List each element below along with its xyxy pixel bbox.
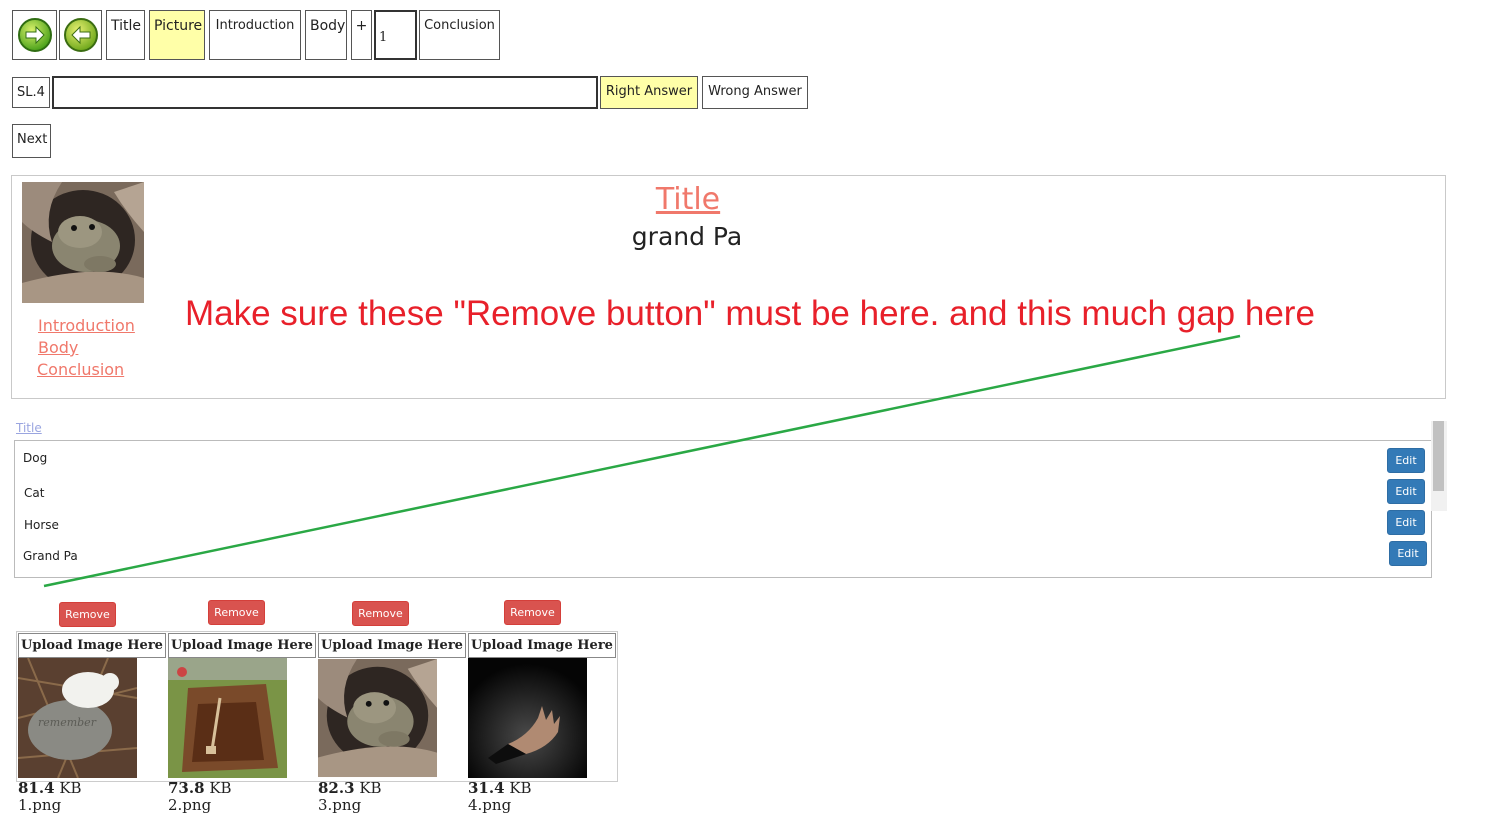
file-name: 1.png bbox=[18, 796, 62, 814]
list-item-label: Cat bbox=[24, 486, 45, 500]
forward-button[interactable] bbox=[12, 10, 57, 60]
file-size: 82.3 KB bbox=[318, 779, 382, 797]
list-item-label: Horse bbox=[24, 518, 59, 532]
back-button[interactable] bbox=[59, 10, 102, 60]
preview-link-conclusion[interactable]: Conclusion bbox=[37, 360, 124, 379]
file-size-value: 81.4 bbox=[18, 779, 55, 797]
conclusion-button[interactable]: Conclusion bbox=[419, 10, 500, 60]
upload-image-button[interactable]: Upload Image Here bbox=[468, 633, 616, 658]
arrow-right-circle-icon bbox=[17, 18, 52, 52]
file-size-value: 73.8 bbox=[168, 779, 205, 797]
preview-subtitle: grand Pa bbox=[631, 222, 743, 251]
remove-button[interactable]: Remove bbox=[352, 601, 409, 626]
wrong-answer-button[interactable]: Wrong Answer bbox=[702, 76, 808, 109]
edit-button[interactable]: Edit bbox=[1387, 479, 1425, 504]
remove-button[interactable]: Remove bbox=[59, 602, 116, 627]
item-list: Dog Edit Cat Edit Horse Edit Grand Pa Ed… bbox=[14, 440, 1432, 578]
file-name: 3.png bbox=[318, 796, 362, 814]
thumbnail-image bbox=[318, 658, 437, 778]
file-size: 81.4 KB bbox=[18, 779, 82, 797]
right-answer-button[interactable]: Right Answer bbox=[600, 76, 698, 109]
file-size-unit: KB bbox=[509, 779, 532, 797]
edit-button[interactable]: Edit bbox=[1387, 510, 1425, 535]
arrow-left-circle-icon bbox=[63, 18, 98, 52]
file-size-unit: KB bbox=[359, 779, 382, 797]
frog-image bbox=[22, 182, 144, 303]
remove-button[interactable]: Remove bbox=[504, 600, 561, 625]
file-size-value: 82.3 bbox=[318, 779, 355, 797]
list-scrollbar-thumb[interactable] bbox=[1433, 421, 1444, 491]
introduction-button[interactable]: Introduction bbox=[209, 10, 301, 60]
thumbnail-image bbox=[168, 658, 287, 778]
edit-button[interactable]: Edit bbox=[1389, 541, 1427, 566]
preview-link-body[interactable]: Body bbox=[38, 338, 78, 357]
edit-button[interactable]: Edit bbox=[1387, 448, 1425, 473]
next-button[interactable]: Next bbox=[12, 124, 51, 158]
picture-button[interactable]: Picture bbox=[149, 10, 205, 60]
svg-text:remember: remember bbox=[38, 716, 97, 729]
file-name: 2.png bbox=[168, 796, 212, 814]
add-button[interactable]: + bbox=[351, 10, 372, 60]
slide-field[interactable]: SL.4 bbox=[12, 77, 50, 108]
upload-image-button[interactable]: Upload Image Here bbox=[318, 633, 466, 658]
remove-button[interactable]: Remove bbox=[208, 600, 265, 625]
annotation-text: Make sure these "Remove button" must be … bbox=[185, 294, 1315, 333]
file-size: 31.4 KB bbox=[468, 779, 532, 797]
slide-preview: Title grand Pa Introduction Body Conclus… bbox=[11, 175, 1446, 399]
answer-input[interactable] bbox=[52, 76, 598, 109]
body-button[interactable]: Body bbox=[305, 10, 347, 60]
thumbnail-image: remember bbox=[18, 658, 137, 778]
list-item-label: Grand Pa bbox=[23, 549, 78, 563]
upload-image-button[interactable]: Upload Image Here bbox=[168, 633, 316, 658]
thumbnail-image bbox=[468, 658, 587, 778]
count-input[interactable]: 1 bbox=[374, 10, 417, 60]
title-button[interactable]: Title bbox=[106, 10, 145, 60]
list-title-link[interactable]: Title bbox=[16, 421, 42, 435]
upload-image-button[interactable]: Upload Image Here bbox=[18, 633, 166, 658]
preview-title[interactable]: Title bbox=[632, 182, 744, 217]
file-size-unit: KB bbox=[209, 779, 232, 797]
list-item-label: Dog bbox=[23, 451, 48, 465]
file-size-unit: KB bbox=[59, 779, 82, 797]
preview-link-introduction[interactable]: Introduction bbox=[38, 316, 135, 335]
list-scrollbar-track[interactable] bbox=[1431, 421, 1447, 511]
file-size: 73.8 KB bbox=[168, 779, 232, 797]
file-size-value: 31.4 bbox=[468, 779, 505, 797]
file-name: 4.png bbox=[468, 796, 512, 814]
